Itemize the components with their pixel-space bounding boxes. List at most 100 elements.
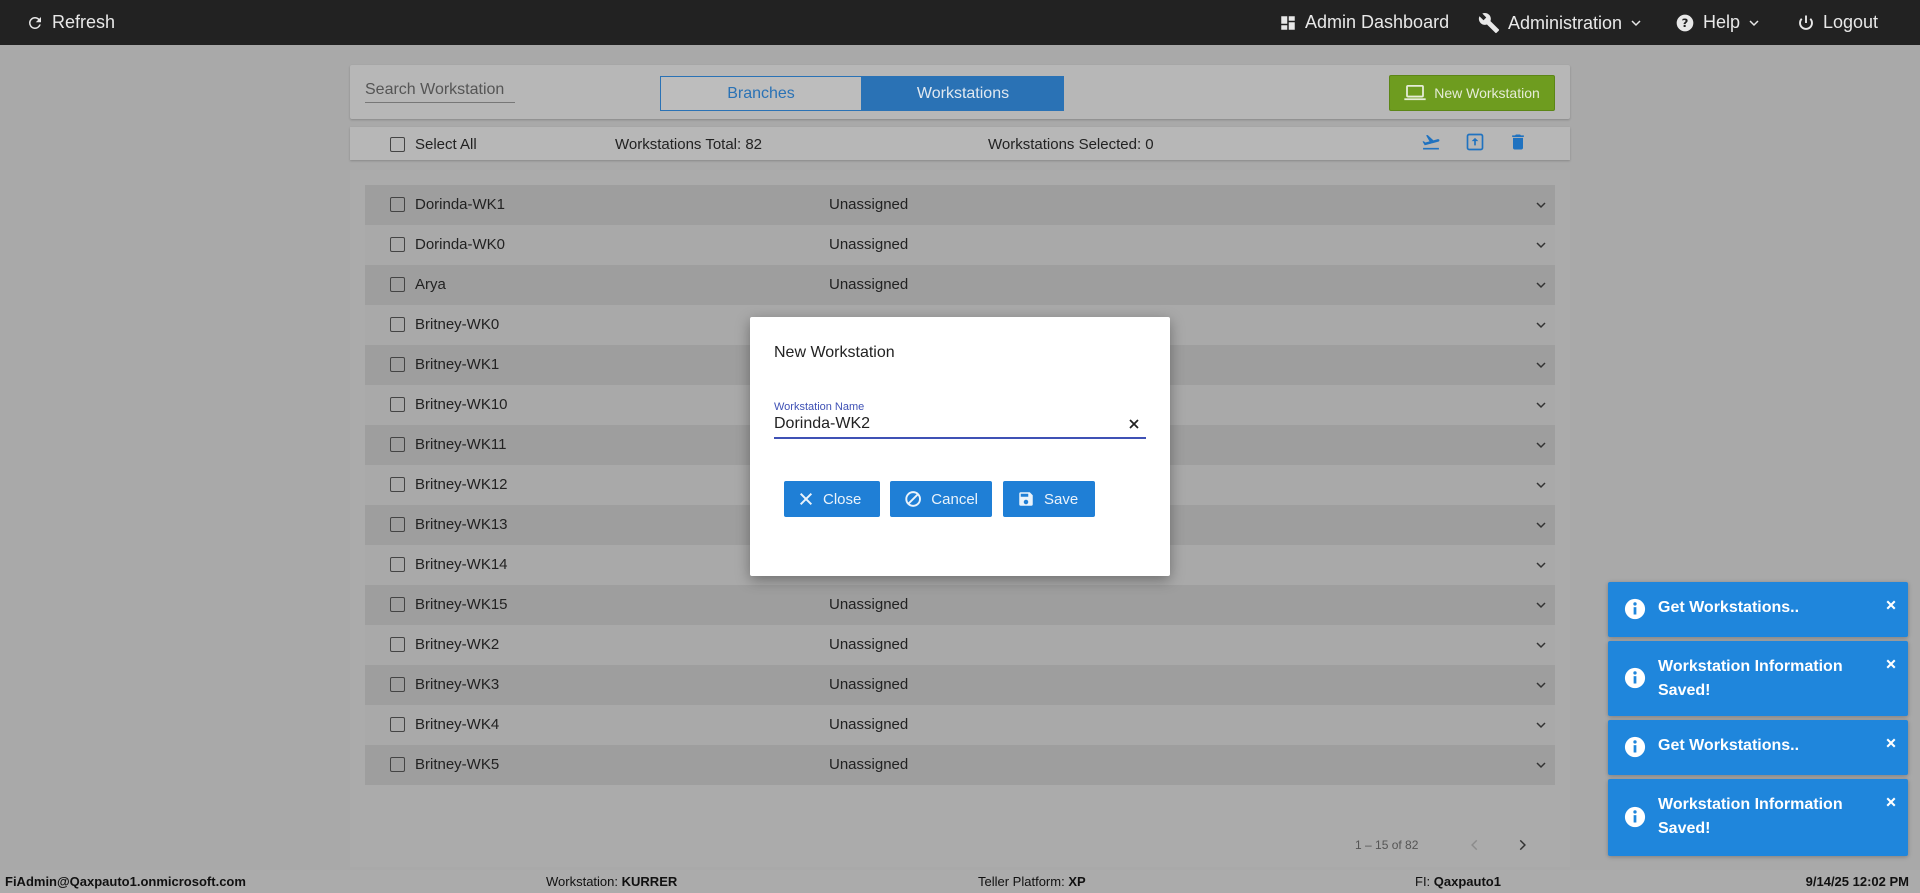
chevron-down-icon[interactable]	[1535, 318, 1547, 335]
view-tabs: Branches Workstations	[660, 76, 1064, 111]
row-checkbox[interactable]	[390, 597, 405, 612]
row-checkbox[interactable]	[390, 717, 405, 732]
chevron-down-icon[interactable]	[1535, 238, 1547, 255]
workstation-name-input[interactable]: Dorinda-WK2	[774, 415, 870, 433]
table-row[interactable]: Britney-WK15 Unassigned	[365, 585, 1555, 625]
admin-dashboard-link[interactable]: Admin Dashboard	[1279, 12, 1449, 33]
row-checkbox[interactable]	[390, 397, 405, 412]
workstation-name-field[interactable]: Workstation Name Dorinda-WK2	[774, 401, 1146, 439]
tab-workstations[interactable]: Workstations	[862, 76, 1064, 111]
chevron-down-icon[interactable]	[1535, 278, 1547, 295]
table-row[interactable]: Arya Unassigned	[365, 265, 1555, 305]
next-page-icon[interactable]	[1515, 836, 1529, 859]
clear-icon[interactable]	[1128, 417, 1140, 435]
administration-label: Administration	[1508, 12, 1623, 33]
chevron-down-icon[interactable]	[1535, 198, 1547, 215]
close-icon[interactable]	[1886, 735, 1896, 753]
new-workstation-button[interactable]: New Workstation	[1389, 75, 1555, 111]
workstation-name: Britney-WK2	[415, 636, 500, 653]
dashboard-icon	[1281, 15, 1295, 30]
chevron-down-icon	[1631, 20, 1641, 27]
select-all-checkbox[interactable]: Select All	[390, 136, 477, 153]
row-checkbox[interactable]	[390, 437, 405, 452]
row-checkbox[interactable]	[390, 237, 405, 252]
workstation-toolbar: Search Workstation Branches Workstations…	[350, 65, 1570, 119]
workstation-name: Arya	[415, 276, 446, 293]
select-all-label: Select All	[415, 136, 477, 153]
workstation-name: Britney-WK13	[415, 516, 508, 533]
table-row[interactable]: Britney-WK4 Unassigned	[365, 705, 1555, 745]
power-icon	[1799, 15, 1813, 30]
row-checkbox[interactable]	[390, 317, 405, 332]
top-bar: Refresh Admin Dashboard Administration ?…	[0, 0, 1920, 45]
row-checkbox[interactable]	[390, 517, 405, 532]
workstation-label: Workstation:	[546, 874, 619, 889]
workstation-status: Unassigned	[829, 636, 909, 653]
upload-icon[interactable]	[1464, 132, 1486, 156]
chevron-down-icon[interactable]	[1535, 718, 1547, 735]
help-menu[interactable]: ? Help	[1675, 12, 1760, 33]
close-button[interactable]: Close	[784, 481, 880, 517]
toast-notification: Get Workstations..	[1608, 582, 1908, 637]
platform-label: Teller Platform:	[978, 874, 1065, 889]
status-footer: FiAdmin@Qaxpauto1.onmicrosoft.com Workst…	[0, 870, 1920, 893]
chevron-down-icon[interactable]	[1535, 358, 1547, 375]
workstation-name: Britney-WK11	[415, 436, 507, 453]
chevron-down-icon[interactable]	[1535, 478, 1547, 495]
chevron-down-icon[interactable]	[1535, 678, 1547, 695]
toast-notification: Workstation Information Saved!	[1608, 641, 1908, 716]
tab-branches[interactable]: Branches	[660, 76, 862, 111]
row-checkbox[interactable]	[390, 637, 405, 652]
refresh-button[interactable]: Refresh	[26, 12, 115, 33]
search-input[interactable]: Search Workstation	[365, 81, 515, 103]
administration-menu[interactable]: Administration	[1478, 12, 1642, 34]
row-checkbox[interactable]	[390, 677, 405, 692]
workstation-name: Britney-WK0	[415, 316, 500, 333]
row-checkbox[interactable]	[390, 277, 405, 292]
checkbox[interactable]	[390, 137, 405, 152]
row-checkbox[interactable]	[390, 197, 405, 212]
row-checkbox[interactable]	[390, 477, 405, 492]
summary-bar: Select All Workstations Total: 82 Workst…	[350, 127, 1570, 160]
dialog-title: New Workstation	[774, 344, 895, 361]
save-button[interactable]: Save	[1003, 481, 1095, 517]
chevron-down-icon[interactable]	[1535, 758, 1547, 775]
toast-text: Get Workstations..	[1658, 599, 1800, 616]
chevron-down-icon	[1749, 19, 1759, 26]
chevron-down-icon[interactable]	[1535, 638, 1547, 655]
table-row[interactable]: Dorinda-WK0 Unassigned	[365, 225, 1555, 265]
block-icon	[905, 491, 921, 507]
table-row[interactable]: Britney-WK2 Unassigned	[365, 625, 1555, 665]
row-checkbox[interactable]	[390, 757, 405, 772]
table-row[interactable]: Britney-WK3 Unassigned	[365, 665, 1555, 705]
laptop-icon	[1404, 85, 1426, 101]
bulk-actions	[1420, 132, 1528, 156]
close-icon[interactable]	[1886, 656, 1896, 674]
table-row[interactable]: Dorinda-WK1 Unassigned	[365, 185, 1555, 225]
previous-page-icon[interactable]	[1468, 836, 1482, 859]
toast-notification: Workstation Information Saved!	[1608, 779, 1908, 856]
chevron-down-icon[interactable]	[1535, 518, 1547, 535]
toast-text: Get Workstations..	[1658, 737, 1800, 754]
workstation-name: Britney-WK10	[415, 396, 508, 413]
chevron-down-icon[interactable]	[1535, 398, 1547, 415]
pagination-label: 1 – 15 of 82	[1355, 838, 1419, 852]
logout-label: Logout	[1823, 12, 1879, 32]
close-icon[interactable]	[1886, 597, 1896, 615]
workstation-status: Unassigned	[829, 676, 909, 693]
row-checkbox[interactable]	[390, 357, 405, 372]
row-checkbox[interactable]	[390, 557, 405, 572]
chevron-down-icon[interactable]	[1535, 438, 1547, 455]
info-icon	[1624, 806, 1646, 833]
workstation-status: Unassigned	[829, 196, 909, 213]
close-icon[interactable]	[1886, 794, 1896, 812]
trash-icon[interactable]	[1508, 132, 1528, 156]
logout-button[interactable]: Logout	[1797, 12, 1878, 33]
fi-label: FI:	[1415, 874, 1431, 889]
info-icon	[1624, 736, 1646, 763]
cancel-button[interactable]: Cancel	[890, 481, 992, 517]
chevron-down-icon[interactable]	[1535, 558, 1547, 575]
departure-icon[interactable]	[1420, 132, 1442, 156]
chevron-down-icon[interactable]	[1535, 598, 1547, 615]
table-row[interactable]: Britney-WK5 Unassigned	[365, 745, 1555, 785]
